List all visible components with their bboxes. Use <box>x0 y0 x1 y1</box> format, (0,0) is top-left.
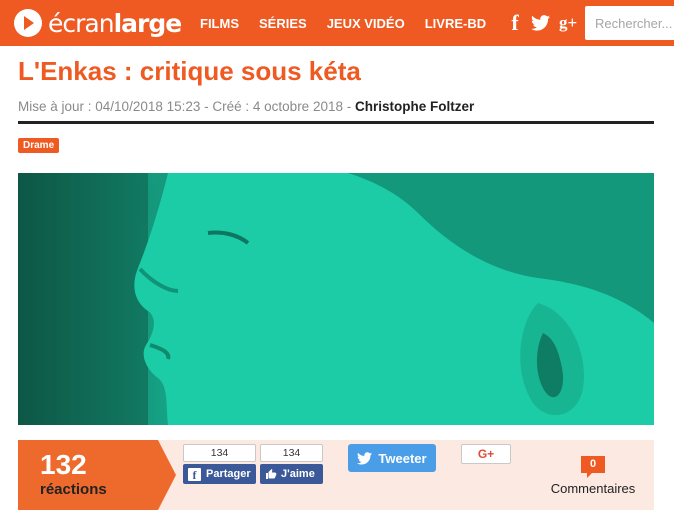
created-date: 4 octobre 2018 <box>252 99 343 114</box>
title-divider <box>18 121 654 124</box>
social-links: f g+ <box>508 0 586 46</box>
nav-films[interactable]: FILMS <box>200 16 239 31</box>
tweet-label: Tweeter <box>378 450 427 466</box>
facebook-like-label: J'aime <box>281 468 315 480</box>
comments-link[interactable]: 0 Commentaires <box>538 454 648 496</box>
updated-date: 04/10/2018 15:23 <box>95 99 201 114</box>
created-label: - Créé : <box>200 99 253 114</box>
comments-label: Commentaires <box>550 481 636 496</box>
reactions-counter: 132 réactions <box>18 440 176 510</box>
tweet-button[interactable]: Tweeter <box>348 444 436 472</box>
facebook-share-widget: 134 f Partager <box>183 444 256 484</box>
main-nav: FILMS SÉRIES JEUX VIDÉO LIVRE-BD <box>200 0 506 46</box>
meta-separator: - <box>342 99 355 114</box>
twitter-icon <box>357 451 373 464</box>
author-link[interactable]: Christophe Foltzer <box>355 99 474 114</box>
genre-tag[interactable]: Drame <box>18 138 60 153</box>
nav-series[interactable]: SÉRIES <box>259 16 307 31</box>
hero-portrait-illustration <box>18 173 654 425</box>
twitter-icon[interactable] <box>531 15 550 31</box>
reactions-count: 132 <box>40 449 87 480</box>
updated-label: Mise à jour : <box>18 99 96 114</box>
facebook-like-button[interactable]: J'aime <box>260 464 323 484</box>
facebook-icon[interactable]: f <box>508 10 522 36</box>
search-input[interactable] <box>595 15 674 31</box>
top-header: écranlarge FILMS SÉRIES JEUX VIDÉO LIVRE… <box>0 0 674 46</box>
logo-wordmark: écranlarge <box>48 8 182 38</box>
comments-count-badge: 0 <box>581 456 605 478</box>
nav-livre-bd[interactable]: LIVRE-BD <box>425 16 486 31</box>
thumbs-up-icon <box>265 468 277 480</box>
nav-jeux-video[interactable]: JEUX VIDÉO <box>327 16 405 31</box>
hero-image <box>18 173 654 425</box>
facebook-icon: f <box>188 467 201 481</box>
play-logo-icon <box>14 9 42 37</box>
search-box <box>585 6 674 40</box>
facebook-share-count: 134 <box>183 444 256 462</box>
facebook-like-count: 134 <box>260 444 323 462</box>
facebook-share-button[interactable]: f Partager <box>183 464 256 484</box>
facebook-like-widget: 134 J'aime <box>260 444 323 484</box>
article-meta: Mise à jour : 04/10/2018 15:23 - Créé : … <box>18 99 474 114</box>
google-plus-icon[interactable]: g+ <box>559 13 577 33</box>
reactions-bar: 132 réactions 134 f Partager 134 J'aime … <box>18 440 654 510</box>
site-logo[interactable]: écranlarge <box>14 7 182 39</box>
article-title: L'Enkas : critique sous kéta <box>18 56 361 86</box>
reactions-label: réactions <box>40 481 107 498</box>
facebook-share-label: Partager <box>206 468 251 480</box>
google-plus-button[interactable]: G+ <box>461 444 511 464</box>
